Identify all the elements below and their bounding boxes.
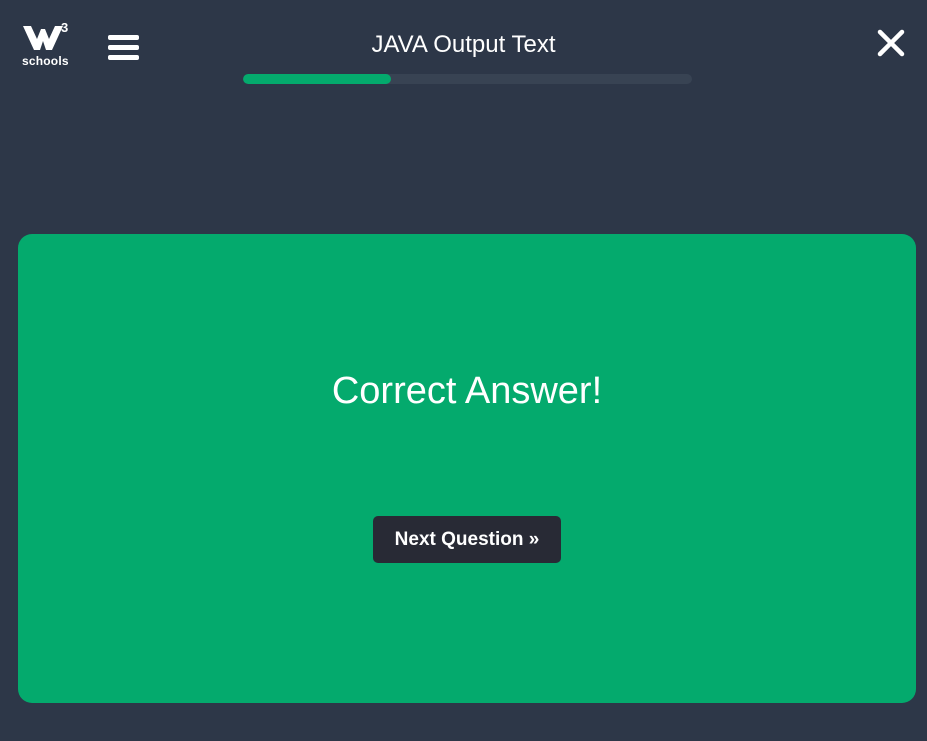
- close-icon: [877, 29, 905, 57]
- quiz-progress-bar: [243, 74, 692, 84]
- result-message: Correct Answer!: [331, 370, 603, 412]
- quiz-progress-fill: [243, 74, 392, 84]
- close-button[interactable]: [876, 28, 906, 58]
- next-question-button[interactable]: Next Question »: [373, 516, 561, 563]
- result-card: Correct Answer! Next Question »: [18, 234, 916, 703]
- quiz-title: JAVA Output Text: [371, 31, 556, 58]
- top-bar: 3 schools JAVA Output Text: [0, 0, 927, 100]
